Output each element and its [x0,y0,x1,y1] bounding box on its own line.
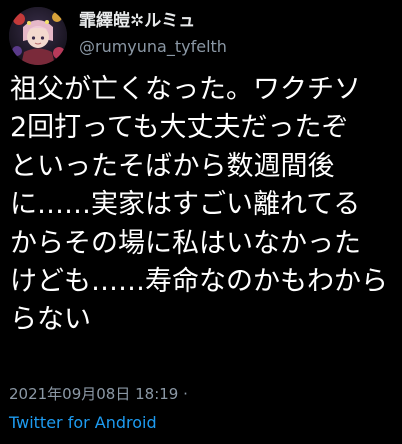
tweet-card: 霏繹皚✲ルミュ @rumyuna_tyfelth 祖父が亡くなった。ワクチソ 2… [0,0,402,444]
author-names: 霏繹皚✲ルミュ @rumyuna_tyfelth [79,10,227,58]
tweet-line: からその場に私はいなかった [10,227,361,259]
tweet-text: 祖父が亡くなった。ワクチソ 2回打っても大丈夫だったぞ といったそばから数週間後… [10,71,398,340]
tweet-line: けども……寿命なのかもわから [10,265,388,297]
avatar-icon [9,7,67,65]
tweet-header: 霏繹皚✲ルミュ @rumyuna_tyfelth [9,6,394,66]
tweet-line: 祖父が亡くなった。ワクチソ [10,74,361,105]
tweet-line: らない [10,304,91,336]
tweet-line: 2回打っても大丈夫だったぞ [10,112,349,144]
tweet-line: に……実家はすごい離れてる [10,189,361,221]
display-name[interactable]: 霏繹皚✲ルミュ [79,10,227,32]
user-handle[interactable]: @rumyuna_tyfelth [79,36,227,58]
tweet-timestamp[interactable]: 2021年09月08日 18:19 · [9,384,188,404]
tweet-line: といったそばから数週間後 [10,150,335,182]
avatar[interactable] [9,7,67,65]
tweet-source-link[interactable]: Twitter for Android [9,412,157,434]
